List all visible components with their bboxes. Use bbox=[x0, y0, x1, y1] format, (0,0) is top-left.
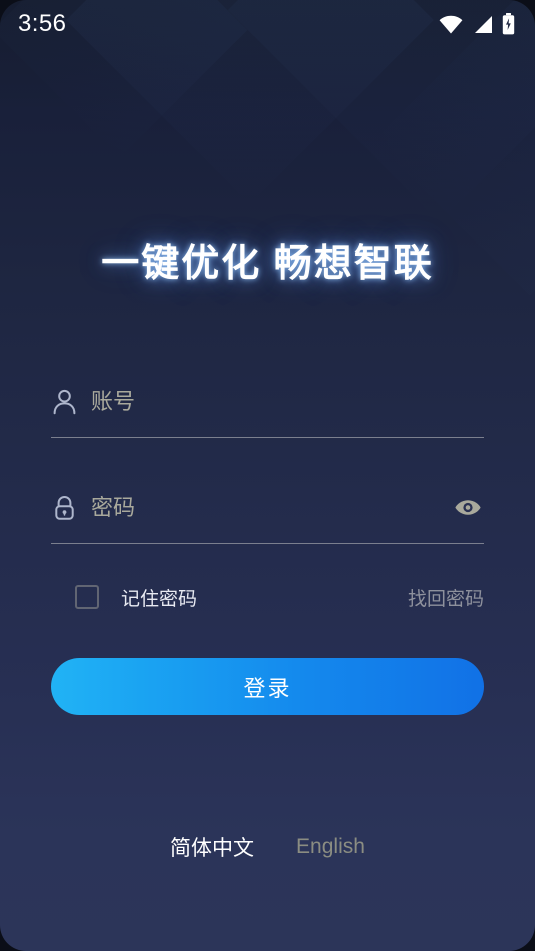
form-options-row: 记住密码 找回密码 bbox=[51, 579, 484, 615]
account-field-row[interactable] bbox=[51, 372, 484, 438]
language-selector: 简体中文 English bbox=[0, 832, 535, 862]
user-icon bbox=[51, 389, 77, 415]
status-time: 3:56 bbox=[18, 10, 67, 37]
lock-icon bbox=[51, 495, 77, 521]
checkbox-box[interactable] bbox=[75, 585, 99, 609]
remember-password-checkbox[interactable]: 记住密码 bbox=[51, 584, 197, 611]
remember-password-label: 记住密码 bbox=[121, 588, 198, 610]
login-button[interactable]: 登录 bbox=[51, 658, 484, 715]
brand-slogan: 一键优化 畅想智联 bbox=[101, 243, 434, 285]
wifi-icon bbox=[439, 15, 463, 34]
status-bar: 3:56 bbox=[0, 0, 535, 48]
language-option-chinese[interactable]: 简体中文 bbox=[170, 832, 254, 862]
account-input[interactable] bbox=[91, 386, 484, 417]
eye-icon[interactable] bbox=[452, 495, 484, 521]
status-icon-group bbox=[439, 13, 515, 35]
forgot-password-link[interactable]: 找回密码 bbox=[408, 584, 484, 611]
password-field-row[interactable] bbox=[51, 478, 484, 544]
login-form: 记住密码 找回密码 登录 bbox=[51, 372, 484, 715]
password-input[interactable] bbox=[91, 492, 452, 523]
login-screen: 3:56 一键优化 畅想智联 账号 记住密码 找回密码 登录 简体中文 Engl… bbox=[0, 0, 535, 951]
cellular-signal-icon bbox=[472, 15, 493, 34]
language-option-english[interactable]: English bbox=[296, 835, 365, 859]
battery-charging-icon bbox=[502, 13, 515, 35]
